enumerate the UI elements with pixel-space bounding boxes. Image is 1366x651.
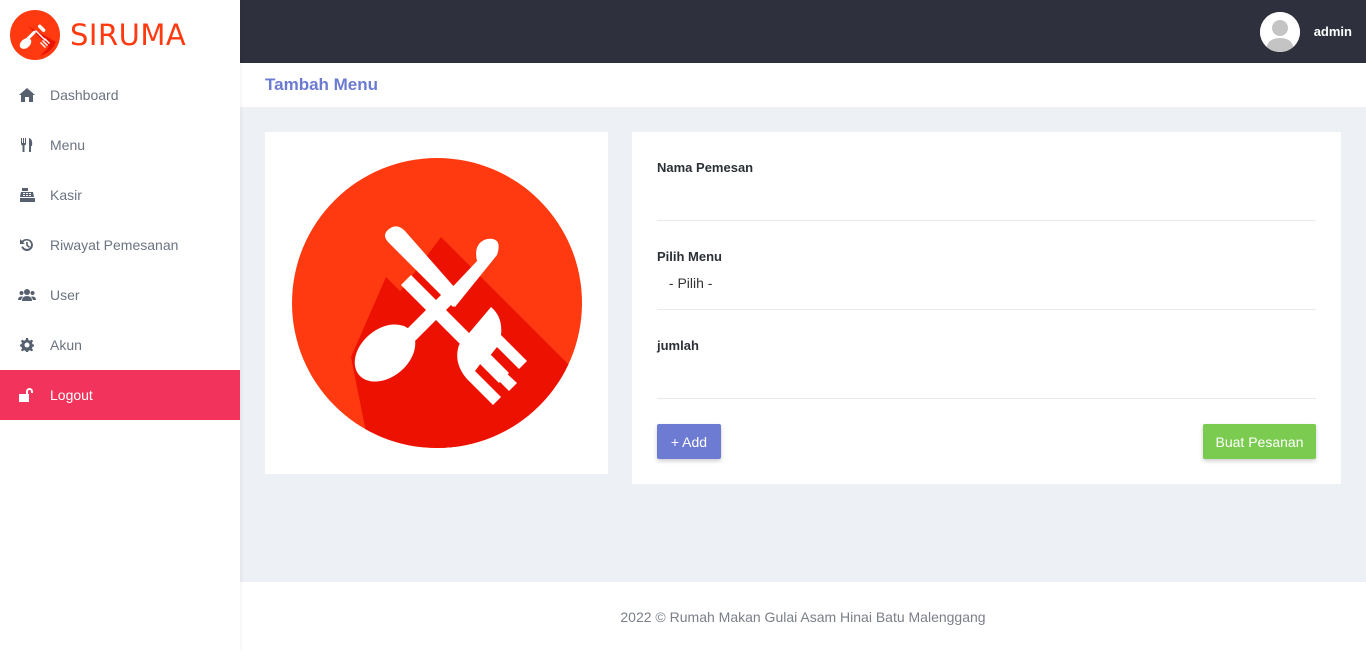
pilih-menu-field: Pilih Menu - Pilih -: [657, 221, 1316, 310]
pilih-menu-label: Pilih Menu: [657, 249, 722, 264]
sidebar-item-label: Logout: [50, 387, 93, 403]
jumlah-input[interactable]: [657, 360, 1316, 392]
cash-register-icon: [18, 187, 36, 203]
nama-pemesan-input[interactable]: [657, 182, 1316, 214]
nama-pemesan-label: Nama Pemesan: [657, 160, 754, 175]
sidebar-item-label: Dashboard: [50, 87, 119, 103]
sidebar-item-label: Kasir: [50, 187, 82, 203]
footer: 2022 © Rumah Makan Gulai Asam Hinai Batu…: [240, 582, 1366, 651]
restaurant-logo-icon: [10, 10, 60, 60]
pilih-menu-select[interactable]: - Pilih -: [657, 272, 1316, 294]
brand[interactable]: SIRUMA: [0, 0, 240, 70]
brand-name: SIRUMA: [70, 18, 187, 52]
history-icon: [18, 237, 36, 253]
footer-text: 2022 © Rumah Makan Gulai Asam Hinai Batu…: [620, 608, 986, 625]
sidebar-item-label: Akun: [50, 337, 82, 353]
add-button[interactable]: + Add: [657, 424, 721, 459]
page-header: Tambah Menu: [240, 63, 1366, 107]
users-icon: [18, 287, 36, 303]
sidebar-item-label: Riwayat Pemesanan: [50, 237, 179, 253]
sidebar-item-dashboard[interactable]: Dashboard: [0, 70, 240, 120]
buat-pesanan-button[interactable]: Buat Pesanan: [1203, 424, 1316, 459]
menu-image-card: [265, 132, 608, 474]
sidebar-item-label: Menu: [50, 137, 86, 153]
user-avatar-icon: [1259, 11, 1300, 52]
sidebar-item-menu[interactable]: Menu: [0, 120, 240, 170]
avatar[interactable]: [1259, 11, 1300, 52]
sidebar-item-user[interactable]: User: [0, 270, 240, 320]
jumlah-label: jumlah: [657, 338, 699, 353]
topbar: admin: [240, 0, 1366, 63]
order-form: Nama Pemesan Pilih Menu - Pilih - jumlah…: [632, 132, 1341, 484]
sidebar-item-akun[interactable]: Akun: [0, 320, 240, 370]
sidebar-item-label: User: [50, 287, 80, 303]
sidebar-item-logout[interactable]: Logout: [0, 370, 240, 420]
sidebar-item-kasir[interactable]: Kasir: [0, 170, 240, 220]
user-name[interactable]: admin: [1314, 24, 1352, 39]
home-icon: [18, 87, 36, 103]
restaurant-logo-image: [291, 158, 582, 448]
unlock-icon: [18, 387, 36, 403]
gear-icon: [18, 337, 36, 353]
sidebar-nav: Dashboard Menu Kasir Riwayat Pemesanan U…: [0, 70, 240, 420]
page-title: Tambah Menu: [265, 75, 379, 94]
sidebar: SIRUMA Dashboard Menu Kasir Riwayat Peme…: [0, 0, 240, 651]
utensils-icon: [18, 137, 36, 153]
sidebar-item-riwayat-pemesanan[interactable]: Riwayat Pemesanan: [0, 220, 240, 270]
jumlah-field: jumlah: [657, 310, 1316, 399]
nama-pemesan-field: Nama Pemesan: [657, 132, 1316, 221]
